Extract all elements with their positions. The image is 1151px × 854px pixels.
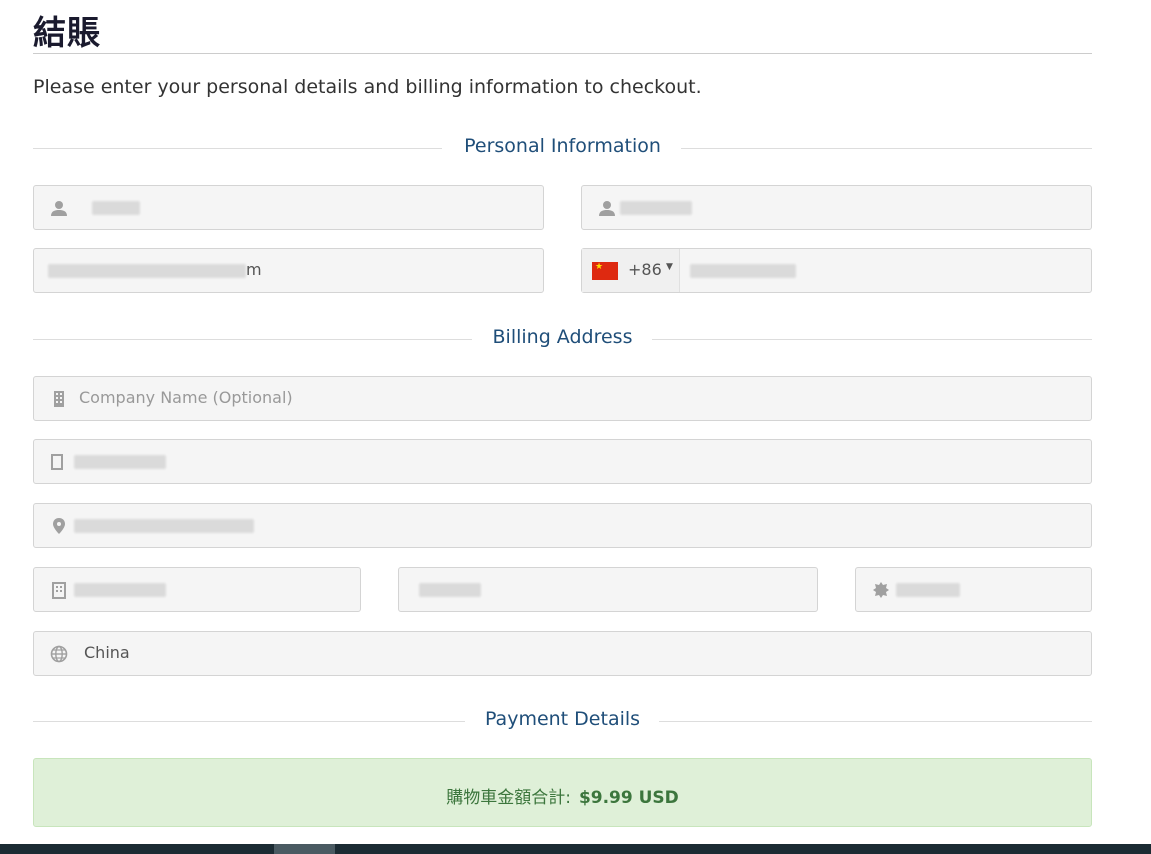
- phone-value-redacted: [690, 264, 796, 278]
- certificate-icon: [873, 582, 889, 598]
- address-line-1-value-redacted: [74, 455, 166, 469]
- postcode-value-redacted: [896, 583, 960, 597]
- section-title-payment: Payment Details: [484, 708, 641, 730]
- section-payment-details: Payment Details: [33, 708, 1092, 736]
- state-value-redacted: [419, 583, 481, 597]
- page-title: 結賬: [33, 13, 101, 52]
- company-name-field[interactable]: Company Name (Optional): [33, 376, 1092, 421]
- email-value-redacted: [48, 264, 246, 278]
- checkout-intro: Please enter your personal details and b…: [33, 76, 702, 98]
- first-name-value-redacted: [92, 201, 140, 215]
- section-title-billing: Billing Address: [492, 326, 633, 348]
- page-footer: [0, 844, 1151, 854]
- cart-total-alert: 購物車金額合計: $9.99 USD: [33, 758, 1092, 827]
- section-billing-address: Billing Address: [33, 326, 1092, 354]
- caret-down-icon: ▼: [666, 262, 673, 272]
- phone-country-selector[interactable]: ★ +86 ▼: [582, 249, 680, 292]
- state-field[interactable]: [398, 567, 818, 612]
- last-name-field[interactable]: [581, 185, 1092, 230]
- building-icon: [54, 391, 64, 407]
- city-value-redacted: [74, 583, 166, 597]
- email-field[interactable]: m: [33, 248, 544, 293]
- phone-dial-code: +86: [628, 260, 662, 279]
- address-line-2-value-redacted: [74, 519, 254, 533]
- user-icon: [51, 201, 67, 216]
- company-name-placeholder: Company Name (Optional): [79, 388, 293, 407]
- address-line-1-field[interactable]: [33, 439, 1092, 484]
- address-card-icon: [51, 454, 63, 470]
- section-personal-information: Personal Information: [33, 135, 1092, 163]
- country-value: China: [84, 643, 130, 662]
- footer-scroll-handle[interactable]: [274, 844, 335, 854]
- section-title-personal: Personal Information: [464, 135, 661, 157]
- globe-icon: [50, 645, 68, 663]
- last-name-value-redacted: [620, 201, 692, 215]
- postcode-field[interactable]: [855, 567, 1092, 612]
- city-icon: [52, 582, 66, 599]
- phone-field[interactable]: ★ +86 ▼: [581, 248, 1092, 293]
- section-divider-right: [659, 721, 1092, 722]
- first-name-field[interactable]: [33, 185, 544, 230]
- country-select[interactable]: China: [33, 631, 1092, 676]
- section-divider-right: [652, 339, 1092, 340]
- email-value-tail: m: [246, 260, 262, 279]
- city-field[interactable]: [33, 567, 361, 612]
- title-divider: [33, 53, 1092, 54]
- section-divider-right: [681, 148, 1092, 149]
- cart-total-amount: $9.99 USD: [578, 788, 679, 808]
- user-icon: [599, 201, 615, 216]
- map-marker-icon: [53, 518, 65, 534]
- address-line-2-field[interactable]: [33, 503, 1092, 548]
- china-flag-icon: ★: [592, 262, 618, 280]
- cart-total-label: 購物車金額合計:: [446, 788, 571, 808]
